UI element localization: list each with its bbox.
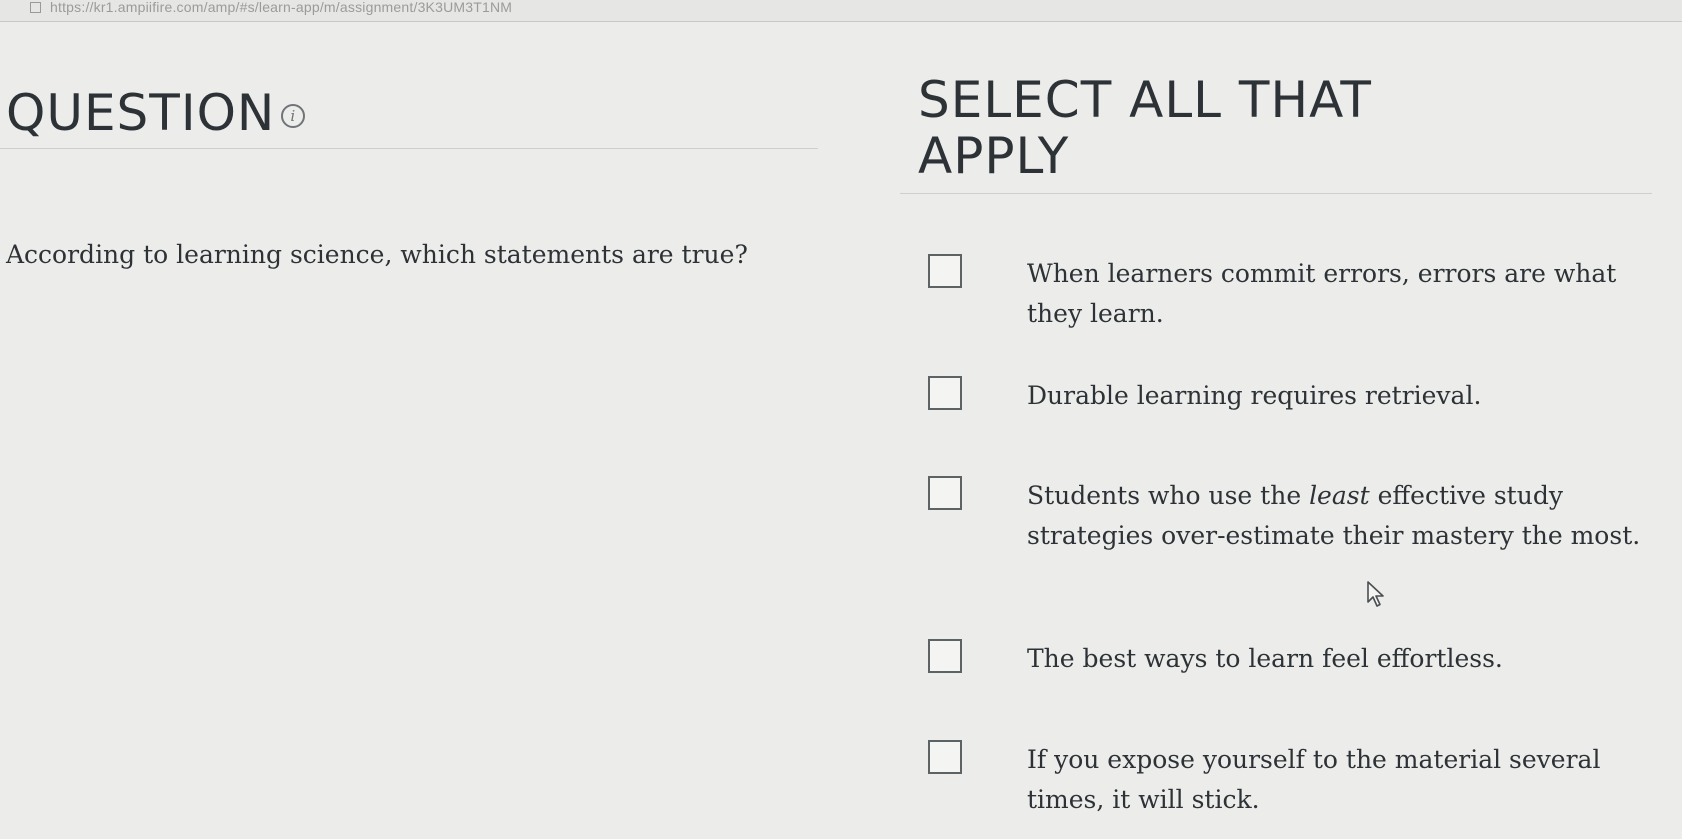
instructions-divider [900,193,1652,194]
url-text[interactable]: https://kr1.ampiifire.com/amp/#s/learn-a… [50,0,512,14]
answer-checkbox-2[interactable] [928,376,962,410]
answer-option-3-emphasis: least [1309,481,1370,510]
answer-checkbox-1[interactable] [928,254,962,288]
answer-checkbox-3[interactable] [928,476,962,510]
answer-option-1-text: When learners commit errors, errors are … [1027,259,1617,328]
answer-checkbox-4[interactable] [928,639,962,673]
page-icon [30,2,41,13]
mouse-cursor-icon [1367,581,1384,607]
answer-option-3-text: Students who use the least effective stu… [1027,476,1647,556]
answer-option-5-text: If you expose yourself to the material s… [1027,745,1601,814]
instructions-title: SELECT ALL THAT APPLY [918,71,1372,185]
answer-option-4-text: The best ways to learn feel effortless. [1027,644,1503,673]
answer-checkbox-5[interactable] [928,740,962,774]
question-divider [0,148,818,149]
question-header: QUESTION i [6,84,306,142]
answer-option-3-text-start: Students who use the [1027,481,1310,510]
question-title: QUESTION [6,84,276,142]
question-prompt: According to learning science, which sta… [6,240,748,269]
answer-option-2-text: Durable learning requires retrieval. [1027,381,1482,410]
browser-address-bar[interactable]: https://kr1.ampiifire.com/amp/#s/learn-a… [0,0,1682,22]
info-icon[interactable]: i [281,104,306,128]
